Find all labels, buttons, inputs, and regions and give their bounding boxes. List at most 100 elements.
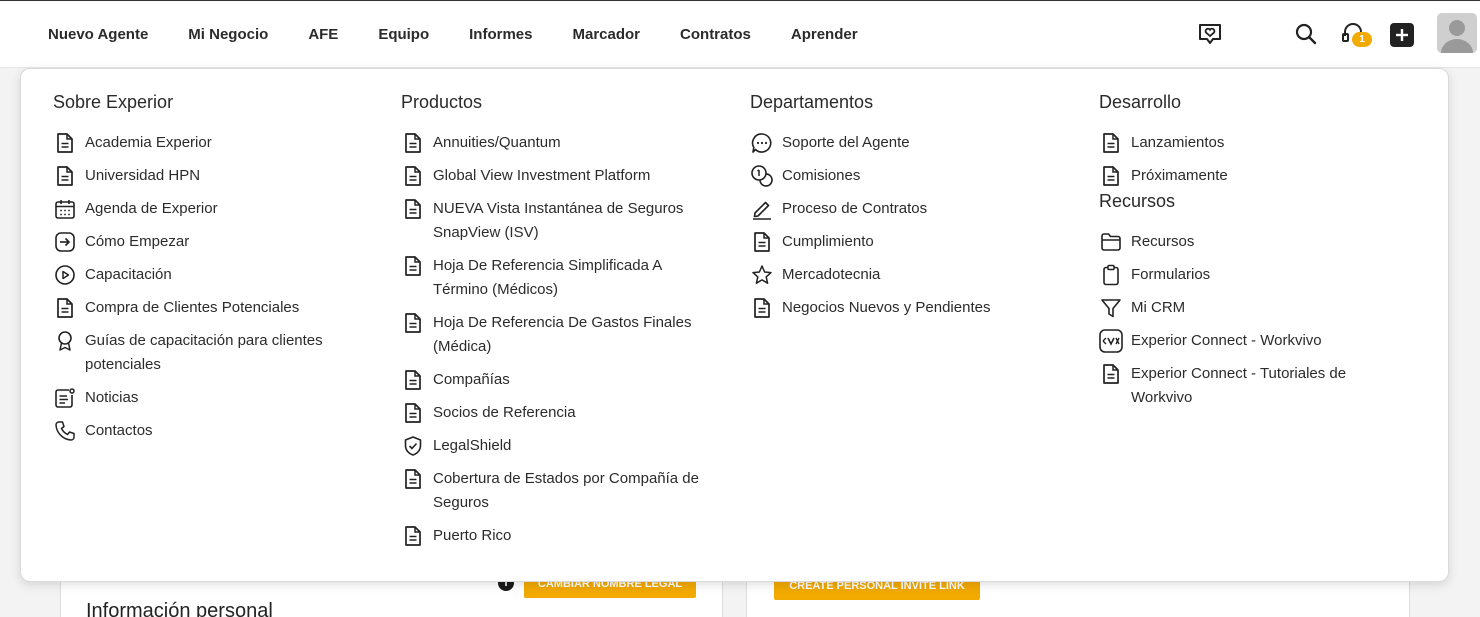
- link-recursos[interactable]: Recursos: [1099, 230, 1399, 254]
- heart-chat-icon[interactable]: [1197, 21, 1223, 47]
- link-capacitacion[interactable]: Capacitación: [53, 263, 373, 287]
- document-icon: [401, 254, 425, 278]
- document-icon: [401, 401, 425, 425]
- link-label: Lanzamientos: [1131, 134, 1225, 151]
- document-icon: [401, 467, 425, 491]
- link-label: Guías de capacitación para clientes pote…: [85, 332, 323, 373]
- play-circle-icon: [53, 263, 77, 287]
- link-label: Soporte del Agente: [782, 134, 910, 151]
- link-label: Global View Investment Platform: [433, 167, 651, 184]
- nav-informes[interactable]: Informes: [469, 26, 532, 43]
- link-label: Annuities/Quantum: [433, 134, 561, 151]
- nav-nuevo-agente[interactable]: Nuevo Agente: [48, 26, 148, 43]
- column-title: Departamentos: [750, 92, 874, 112]
- section-title: Información personal: [86, 600, 273, 617]
- link-global-view[interactable]: Global View Investment Platform: [401, 164, 711, 188]
- folder-icon: [1099, 230, 1123, 254]
- link-cobertura-estados[interactable]: Cobertura de Estados por Compañía de Seg…: [401, 467, 711, 515]
- link-puerto-rico[interactable]: Puerto Rico: [401, 524, 711, 548]
- document-icon: [1099, 131, 1123, 155]
- link-proceso-contratos[interactable]: Proceso de Contratos: [750, 197, 1070, 221]
- column-departamentos: Departamentos Soporte del Agente Comisio…: [750, 91, 1070, 329]
- link-snapview[interactable]: NUEVA Vista Instantánea de Seguros SnapV…: [401, 197, 711, 245]
- add-icon[interactable]: [1389, 22, 1415, 48]
- link-comisiones[interactable]: Comisiones: [750, 164, 1070, 188]
- link-como-empezar[interactable]: Cómo Empezar: [53, 230, 373, 254]
- aprender-mega-menu: Sobre Experior Academia Experior Univers…: [20, 68, 1449, 582]
- link-label: NUEVA Vista Instantánea de Seguros SnapV…: [433, 200, 684, 241]
- phone-icon: [53, 419, 77, 443]
- link-label: Capacitación: [85, 266, 172, 283]
- notifications-icon[interactable]: 1: [1340, 21, 1372, 47]
- link-label: Noticias: [85, 389, 139, 406]
- nav-mi-negocio[interactable]: Mi Negocio: [188, 26, 268, 43]
- link-hoja-termino[interactable]: Hoja De Referencia Simplificada A Términ…: [401, 254, 711, 302]
- document-icon: [401, 197, 425, 221]
- link-compra-clientes[interactable]: Compra de Clientes Potenciales: [53, 296, 373, 320]
- link-workvivo-tutoriales[interactable]: Experior Connect - Tutoriales de Workviv…: [1099, 362, 1399, 410]
- star-icon: [750, 263, 774, 287]
- document-icon: [53, 296, 77, 320]
- shield-check-icon: [401, 434, 425, 458]
- link-label: LegalShield: [433, 437, 512, 454]
- award-icon: [53, 329, 77, 353]
- arrow-right-box-icon: [53, 230, 77, 254]
- document-icon: [750, 230, 774, 254]
- top-navbar: Nuevo Agente Mi Negocio AFE Equipo Infor…: [0, 0, 1480, 68]
- link-mi-crm[interactable]: Mi CRM: [1099, 296, 1399, 320]
- link-socios-referencia[interactable]: Socios de Referencia: [401, 401, 711, 425]
- link-proximamente[interactable]: Próximamente: [1099, 164, 1399, 188]
- link-academia-experior[interactable]: Academia Experior: [53, 131, 373, 155]
- link-annuities[interactable]: Annuities/Quantum: [401, 131, 711, 155]
- nav-equipo[interactable]: Equipo: [378, 26, 429, 43]
- column-desarrollo: Desarrollo Lanzamientos Próximamente Rec…: [1099, 91, 1399, 419]
- link-label: Cumplimiento: [782, 233, 874, 250]
- link-contactos[interactable]: Contactos: [53, 419, 373, 443]
- funnel-icon: [1099, 296, 1123, 320]
- link-cumplimiento[interactable]: Cumplimiento: [750, 230, 1070, 254]
- link-mercadotecnia[interactable]: Mercadotecnia: [750, 263, 1070, 287]
- document-icon: [53, 164, 77, 188]
- document-icon: [401, 368, 425, 392]
- search-icon[interactable]: [1293, 21, 1319, 47]
- link-workvivo[interactable]: Experior Connect - Workvivo: [1099, 329, 1399, 353]
- avatar[interactable]: [1437, 13, 1477, 53]
- link-label: Cómo Empezar: [85, 233, 190, 250]
- link-agenda-experior[interactable]: Agenda de Experior: [53, 197, 373, 221]
- calendar-icon: [53, 197, 77, 221]
- link-label: Cobertura de Estados por Compañía de Seg…: [433, 470, 699, 511]
- link-negocios-nuevos[interactable]: Negocios Nuevos y Pendientes: [750, 296, 1070, 320]
- link-label: Mercadotecnia: [782, 266, 881, 283]
- link-legalshield[interactable]: LegalShield: [401, 434, 711, 458]
- link-companias[interactable]: Compañías: [401, 368, 711, 392]
- nav-aprender[interactable]: Aprender: [791, 26, 858, 43]
- nav-marcador[interactable]: Marcador: [573, 26, 641, 43]
- column-title-recursos: Recursos: [1099, 191, 1176, 211]
- pen-icon: [750, 197, 774, 221]
- nav-contratos[interactable]: Contratos: [680, 26, 751, 43]
- coins-icon: [750, 164, 774, 188]
- link-label: Contactos: [85, 422, 153, 439]
- link-guias-capacitacion[interactable]: Guías de capacitación para clientes pote…: [53, 329, 373, 377]
- link-formularios[interactable]: Formularios: [1099, 263, 1399, 287]
- link-label: Experior Connect - Workvivo: [1131, 332, 1322, 349]
- link-label: Negocios Nuevos y Pendientes: [782, 299, 991, 316]
- column-title: Desarrollo: [1099, 92, 1182, 112]
- link-label: Próximamente: [1131, 167, 1228, 184]
- document-icon: [750, 296, 774, 320]
- link-label: Puerto Rico: [433, 527, 512, 544]
- document-icon: [1099, 164, 1123, 188]
- link-label: Hoja De Referencia Simplificada A Términ…: [433, 257, 662, 298]
- link-label: Agenda de Experior: [85, 200, 218, 217]
- document-icon: [401, 131, 425, 155]
- link-soporte-agente[interactable]: Soporte del Agente: [750, 131, 1070, 155]
- document-icon: [401, 311, 425, 335]
- link-universidad-hpn[interactable]: Universidad HPN: [53, 164, 373, 188]
- document-icon: [401, 164, 425, 188]
- link-lanzamientos[interactable]: Lanzamientos: [1099, 131, 1399, 155]
- column-title: Productos: [401, 92, 483, 112]
- link-noticias[interactable]: Noticias: [53, 386, 373, 410]
- nav-afe[interactable]: AFE: [308, 26, 338, 43]
- link-hoja-gastos[interactable]: Hoja De Referencia De Gastos Finales (Mé…: [401, 311, 711, 359]
- link-label: Universidad HPN: [85, 167, 201, 184]
